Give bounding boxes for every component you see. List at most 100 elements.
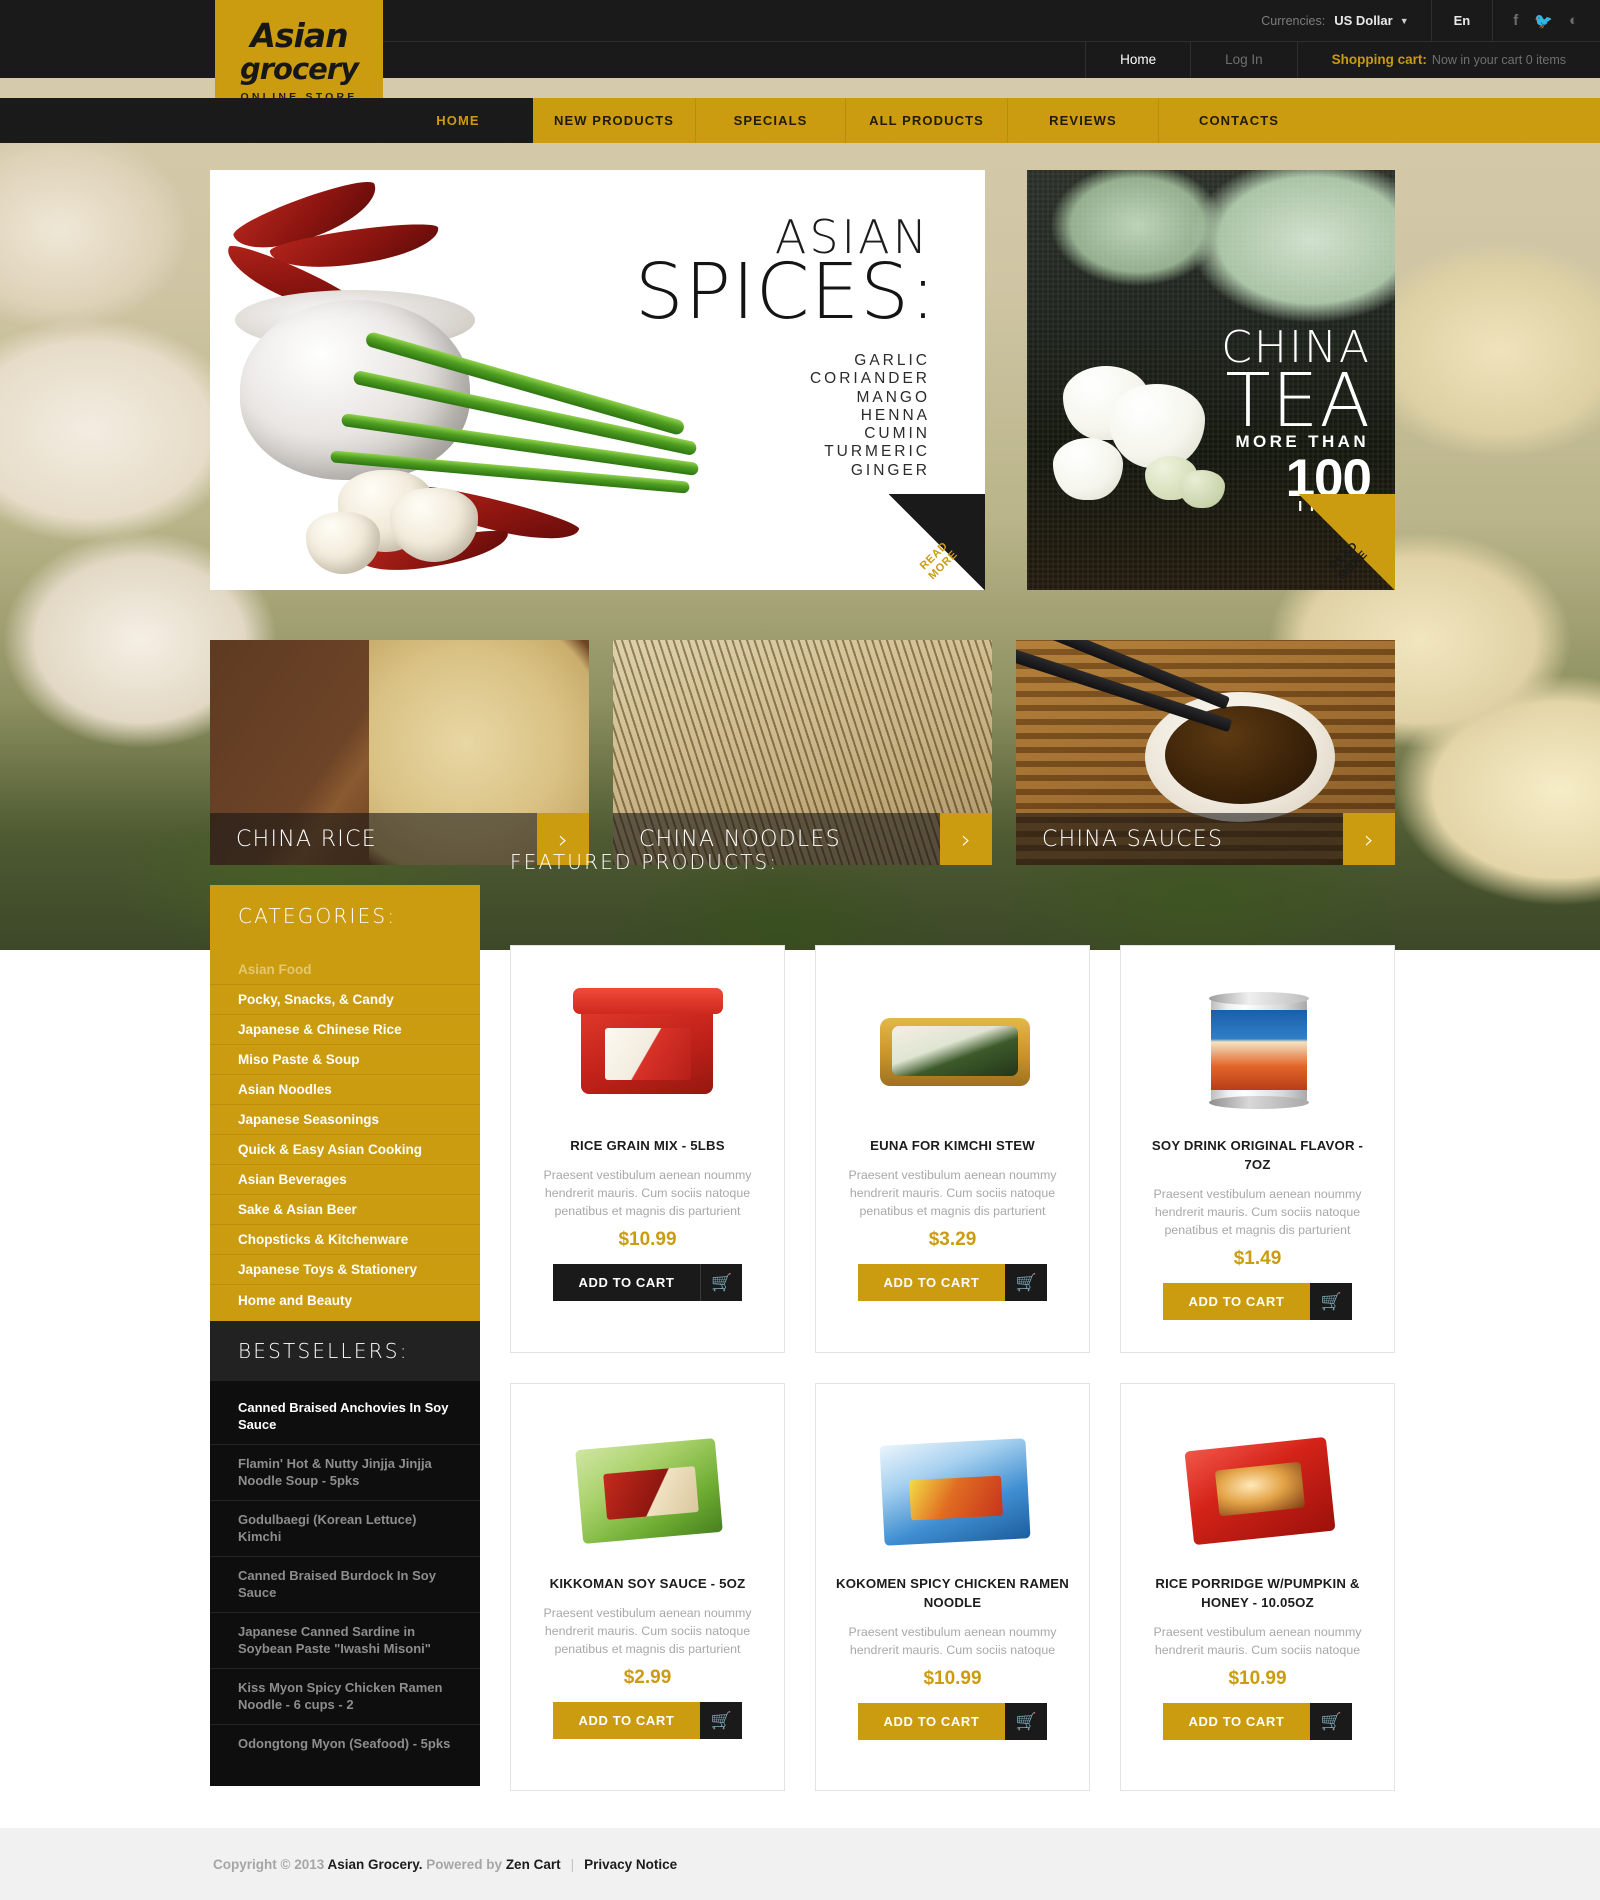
tile-china-rice[interactable]: CHINA RICE › (210, 640, 589, 865)
product-card[interactable]: KOKOMEN SPICY CHICKEN RAMEN NOODLE Praes… (815, 1383, 1090, 1791)
tile-china-noodles[interactable]: CHINA NOODLES › (613, 640, 992, 865)
tile-label: CHINA SAUCES (1042, 826, 1224, 852)
category-item-pocky-snacks-candy[interactable]: Pocky, Snacks, & Candy (210, 985, 480, 1015)
nav-item-specials[interactable]: SPECIALS (696, 98, 846, 143)
category-item-asian-noodles[interactable]: Asian Noodles (210, 1075, 480, 1105)
footer-engine-link[interactable]: Zen Cart (506, 1857, 561, 1872)
read-more-ribbon[interactable]: READ MORE (1299, 494, 1395, 590)
add-to-cart-button[interactable]: ADD TO CART 🛒 (1162, 1703, 1353, 1740)
read-more-text: READ MORE (1312, 524, 1387, 590)
cart-icon[interactable]: 🛒 (1310, 1703, 1353, 1740)
add-to-cart-label: ADD TO CART (1162, 1283, 1311, 1320)
bestseller-item[interactable]: Odongtong Myon (Seafood) - 5pks (210, 1725, 480, 1764)
bestseller-item[interactable]: Canned Braised Anchovies In Soy Sauce (210, 1389, 480, 1445)
footer-separator: | (570, 1856, 575, 1872)
spice-item: CORIANDER (809, 370, 930, 388)
bestseller-item[interactable]: Flamin' Hot & Nutty Jinjja Jinjja Noodle… (210, 1445, 480, 1501)
bestsellers-title: BESTSELLERS: (238, 1339, 409, 1363)
category-item-japanese-chinese-rice[interactable]: Japanese & Chinese Rice (210, 1015, 480, 1045)
shopping-cart-summary[interactable]: Shopping cart: Now in your cart 0 items (1298, 41, 1600, 78)
product-price: $10.99 (618, 1229, 677, 1250)
product-card[interactable]: KIKKOMAN SOY SAUCE - 5OZ Praesent vestib… (510, 1383, 785, 1791)
nav-item-contacts[interactable]: CONTACTS (1159, 98, 1319, 143)
product-card[interactable]: SOY DRINK ORIGINAL FLAVOR - 7OZ Praesent… (1120, 945, 1395, 1353)
chevron-right-icon[interactable]: › (1343, 813, 1395, 865)
category-item-japanese-toys-stationery[interactable]: Japanese Toys & Stationery (210, 1255, 480, 1285)
nav-item-reviews[interactable]: REVIEWS (1008, 98, 1159, 143)
add-to-cart-button[interactable]: ADD TO CART 🛒 (552, 1264, 743, 1301)
soy-sauce-liquid (1165, 706, 1317, 804)
bestseller-item[interactable]: Godulbaegi (Korean Lettuce) Kimchi (210, 1501, 480, 1557)
bestseller-item[interactable]: Canned Braised Burdock In Soy Sauce (210, 1557, 480, 1613)
product-card[interactable]: EUNA FOR KIMCHI STEW Praesent vestibulum… (815, 945, 1090, 1353)
cart-icon[interactable]: 🛒 (1310, 1283, 1353, 1320)
bestsellers-header: BESTSELLERS: (210, 1321, 480, 1381)
product-description: Praesent vestibulum aenean noummy hendre… (1153, 1625, 1362, 1657)
header-link-login[interactable]: Log In (1191, 41, 1297, 78)
categories-title: CATEGORIES: (238, 904, 397, 928)
product-description: Praesent vestibulum aenean noummy hendre… (543, 1168, 752, 1218)
nav-left-filler (0, 98, 383, 143)
tile-label: CHINA RICE (236, 826, 377, 852)
product-image (858, 966, 1048, 1126)
product-name: EUNA FOR KIMCHI STEW (870, 1138, 1035, 1153)
add-to-cart-label: ADD TO CART (552, 1702, 701, 1739)
currency-select[interactable]: US Dollar (1334, 13, 1393, 28)
header-link-home[interactable]: Home (1086, 41, 1190, 78)
tile-china-sauces[interactable]: CHINA SAUCES › (1016, 640, 1395, 865)
content-bottom-spacer (0, 1795, 1600, 1828)
read-more-ribbon[interactable]: READ MORE (889, 494, 985, 590)
cart-icon[interactable]: 🛒 (1005, 1703, 1048, 1740)
hero-spice-list: GARLIC CORIANDER MANGO HENNA CUMIN TURME… (810, 352, 930, 480)
category-item-home-and-beauty[interactable]: Home and Beauty (210, 1285, 480, 1315)
nav-item-home[interactable]: HOME (383, 98, 533, 143)
product-description: Praesent vestibulum aenean noummy hendre… (1153, 1187, 1362, 1237)
rss-icon[interactable]: ◐ (1569, 12, 1578, 29)
add-to-cart-label: ADD TO CART (857, 1703, 1006, 1740)
cart-icon[interactable]: 🛒 (700, 1264, 743, 1301)
category-item-japanese-seasonings[interactable]: Japanese Seasonings (210, 1105, 480, 1135)
bestseller-item[interactable]: Kiss Myon Spicy Chicken Ramen Noodle - 6… (210, 1669, 480, 1725)
logo-line-2: grocery (239, 51, 359, 86)
category-item-sake-asian-beer[interactable]: Sake & Asian Beer (210, 1195, 480, 1225)
cart-icon[interactable]: 🛒 (700, 1702, 743, 1739)
spice-item: HENNA (860, 406, 930, 424)
add-to-cart-button[interactable]: ADD TO CART 🛒 (857, 1703, 1048, 1740)
category-item-asian-beverages[interactable]: Asian Beverages (210, 1165, 480, 1195)
product-image (553, 1404, 743, 1564)
cart-icon[interactable]: 🛒 (1005, 1264, 1048, 1301)
product-price: $10.99 (923, 1668, 982, 1689)
social-links: f 🐦 ◐ (1493, 12, 1600, 30)
add-to-cart-button[interactable]: ADD TO CART 🛒 (552, 1702, 743, 1739)
product-image (553, 966, 743, 1126)
spice-item: MANGO (856, 388, 930, 406)
facebook-icon[interactable]: f (1513, 12, 1518, 29)
nav-item-all-products[interactable]: ALL PRODUCTS (846, 98, 1008, 143)
nav-item-new-products[interactable]: NEW PRODUCTS (533, 98, 696, 143)
cart-label: Shopping cart: (1331, 52, 1427, 67)
product-card[interactable]: RICE GRAIN MIX - 5LBS Praesent vestibulu… (510, 945, 785, 1353)
bestsellers-list: Canned Braised Anchovies In Soy Sauce Fl… (210, 1381, 480, 1786)
language-switcher[interactable]: En (1432, 13, 1493, 28)
chevron-right-icon[interactable]: › (940, 813, 992, 865)
twitter-icon[interactable]: 🐦 (1534, 12, 1553, 30)
add-to-cart-button[interactable]: ADD TO CART 🛒 (857, 1264, 1048, 1301)
product-card[interactable]: RICE PORRIDGE W/PUMPKIN & HONEY - 10.05O… (1120, 1383, 1395, 1791)
hero-banner-spices[interactable]: ASIAN SPICES: GARLIC CORIANDER MANGO HEN… (210, 170, 985, 590)
jasmine-flower (1053, 438, 1123, 500)
category-item-miso-paste-soup[interactable]: Miso Paste & Soup (210, 1045, 480, 1075)
bestseller-item[interactable]: Japanese Canned Sardine in Soybean Paste… (210, 1613, 480, 1669)
footer-privacy-link[interactable]: Privacy Notice (584, 1857, 677, 1872)
chevron-down-icon[interactable]: ▼ (1400, 16, 1409, 26)
add-to-cart-label: ADD TO CART (552, 1264, 701, 1301)
hero-banner-tea[interactable]: CHINA TEA MORE THAN 100 ITEMS READ MORE (1027, 170, 1395, 590)
add-to-cart-button[interactable]: ADD TO CART 🛒 (1162, 1283, 1353, 1320)
category-item-asian-food[interactable]: Asian Food (210, 955, 480, 985)
featured-products-grid: RICE GRAIN MIX - 5LBS Praesent vestibulu… (510, 945, 1395, 1791)
product-name: RICE GRAIN MIX - 5LBS (570, 1138, 725, 1153)
category-item-quick-easy-asian-cooking[interactable]: Quick & Easy Asian Cooking (210, 1135, 480, 1165)
category-item-chopsticks-kitchenware[interactable]: Chopsticks & Kitchenware (210, 1225, 480, 1255)
product-name: KIKKOMAN SOY SAUCE - 5OZ (549, 1576, 746, 1591)
product-image (1163, 1404, 1353, 1564)
footer-text: Copyright © 2013 Asian Grocery. Powered … (0, 1857, 677, 1872)
